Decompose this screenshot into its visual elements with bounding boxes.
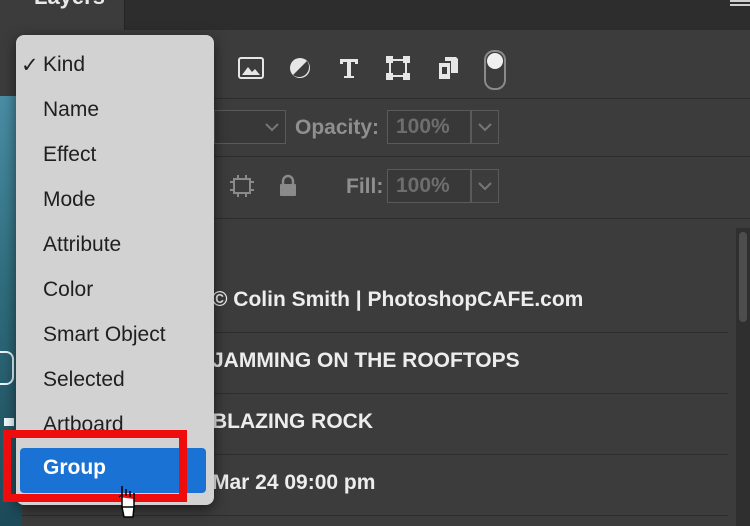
layer-name: JAMMING ON THE ROOFTOPS [212,349,520,372]
dropdown-item-label: Kind [43,53,86,76]
opacity-field[interactable]: 100% [387,110,471,144]
dropdown-item-label: Mode [43,188,96,211]
lock-artboard-icon[interactable] [228,172,256,200]
dropdown-item-name[interactable]: Name [16,90,214,135]
layer-name: © Colin Smith | PhotoshopCAFE.com [212,288,584,311]
layers-tab-label: Layers [34,0,105,10]
dropdown-item-mode[interactable]: Mode [16,180,214,225]
annotation-highlight-box [3,430,187,502]
dropdown-item-label: Effect [43,143,97,166]
dropdown-item-effect[interactable]: Effect [16,135,214,180]
canvas-artwork-glyph [0,351,14,385]
dropdown-item-label: Color [43,278,94,301]
blend-mode-chevron-icon[interactable] [258,110,286,144]
fill-chevron-icon[interactable] [471,169,499,203]
type-filter-icon[interactable] [335,54,363,82]
scrollbar-thumb[interactable] [739,232,747,322]
checkmark-icon: ✓ [21,54,39,77]
dropdown-item-attribute[interactable]: Attribute [16,225,214,270]
dropdown-item-label: Name [43,98,100,121]
layers-scrollbar[interactable] [736,228,750,526]
mouse-pointer-icon [116,485,138,519]
opacity-value: 100% [396,115,450,138]
canvas-artwork-mark [4,418,14,426]
layers-tab[interactable]: Layers [0,0,125,30]
dropdown-item-selected[interactable]: Selected [16,360,214,405]
layer-name: BLAZING ROCK [212,410,373,433]
panel-menu-icon[interactable] [730,0,750,8]
fill-value: 100% [396,174,450,197]
fill-field[interactable]: 100% [387,169,471,203]
smart-object-filter-icon[interactable] [434,54,462,82]
filter-toggle-switch[interactable] [484,50,506,90]
dropdown-item-label: Selected [43,368,125,391]
fill-label: Fill: [346,175,384,198]
dropdown-item-label: Attribute [43,233,122,256]
layer-name: Mar 24 09:00 pm [212,471,376,494]
dropdown-item-label: Smart Object [43,323,166,346]
shape-filter-icon[interactable] [384,54,412,82]
opacity-chevron-icon[interactable] [471,110,499,144]
toggle-knob [487,53,503,69]
dropdown-item-color[interactable]: Color [16,270,214,315]
opacity-label: Opacity: [295,116,380,139]
image-filter-icon[interactable] [237,54,265,82]
lock-all-icon[interactable] [274,172,302,200]
dropdown-item-smart-object[interactable]: Smart Object [16,315,214,360]
panel-tab-bar: Layers [0,0,750,30]
adjustment-filter-icon[interactable] [286,54,314,82]
dropdown-item-kind[interactable]: ✓ Kind [16,45,214,90]
